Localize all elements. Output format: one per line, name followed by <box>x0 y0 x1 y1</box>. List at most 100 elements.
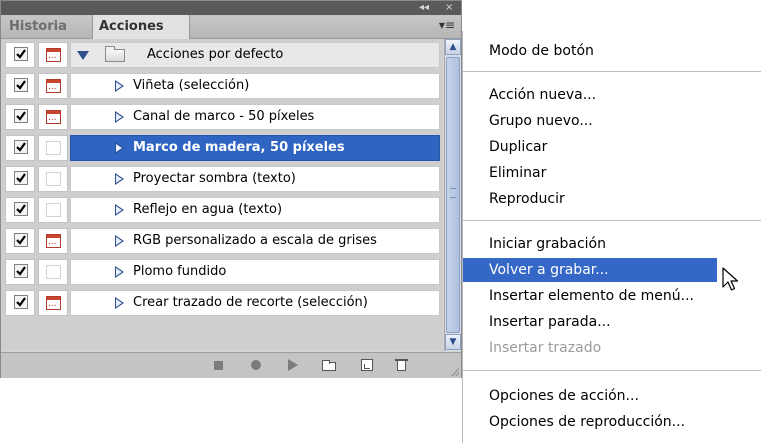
check-icon[interactable] <box>14 264 28 278</box>
action-row[interactable]: RGB personalizado a escala de grises <box>70 228 440 254</box>
menu-item-insertar-elemento[interactable]: Insertar elemento de menú... <box>463 284 761 308</box>
tab-acciones[interactable]: Acciones <box>92 15 190 39</box>
menu-item-opciones-reproduccion[interactable]: Opciones de reproducción... <box>463 410 761 434</box>
menu-item-reproducir[interactable]: Reproducir <box>463 187 761 211</box>
dialog-cell[interactable] <box>38 228 68 254</box>
toggle-cell[interactable] <box>5 197 35 223</box>
toggle-cell[interactable] <box>5 42 35 68</box>
list-item[interactable]: RGB personalizado a escala de grises <box>1 225 443 256</box>
tab-historia[interactable]: Historia <box>3 15 73 38</box>
list-item[interactable]: Marco de madera, 50 píxeles <box>1 132 443 163</box>
check-icon[interactable] <box>14 47 28 61</box>
list-item[interactable]: Proyectar sombra (texto) <box>1 163 443 194</box>
toggle-cell[interactable] <box>5 166 35 192</box>
check-icon[interactable] <box>14 140 28 154</box>
expand-arrow-icon[interactable] <box>115 297 124 309</box>
menu-item-volver-a-grabar[interactable]: Volver a grabar... <box>463 258 717 282</box>
toggle-cell[interactable] <box>5 228 35 254</box>
scroll-up-icon[interactable]: ▲ <box>445 39 461 55</box>
dialog-toggle-empty-icon[interactable] <box>46 172 61 186</box>
dialog-toggle-icon[interactable] <box>46 79 61 93</box>
expand-arrow-icon[interactable] <box>115 142 124 154</box>
list-item[interactable]: Crear trazado de recorte (selección) <box>1 287 443 318</box>
action-row-selected[interactable]: Marco de madera, 50 píxeles <box>70 135 440 161</box>
dialog-cell[interactable] <box>38 104 68 130</box>
dialog-toggle-empty-icon[interactable] <box>46 141 61 155</box>
menu-item-modo-boton[interactable]: Modo de botón <box>463 39 761 63</box>
dialog-toggle-icon[interactable] <box>46 234 61 248</box>
dialog-cell[interactable] <box>38 290 68 316</box>
menu-item-insertar-parada[interactable]: Insertar parada... <box>463 310 761 334</box>
action-row[interactable]: Crear trazado de recorte (selección) <box>70 290 440 316</box>
dialog-toggle-icon[interactable] <box>46 110 61 124</box>
close-icon[interactable]: × <box>445 1 453 15</box>
expand-arrow-icon[interactable] <box>115 235 124 247</box>
list-item[interactable]: Reflejo en agua (texto) <box>1 194 443 225</box>
grip-icon <box>450 188 456 198</box>
stop-icon[interactable] <box>211 358 227 372</box>
check-icon[interactable] <box>14 109 28 123</box>
expand-arrow-icon[interactable] <box>115 266 124 278</box>
menu-item-duplicar[interactable]: Duplicar <box>463 135 761 159</box>
folder-icon <box>105 46 125 62</box>
toggle-cell[interactable] <box>5 290 35 316</box>
dialog-cell[interactable] <box>38 259 68 285</box>
toggle-cell[interactable] <box>5 135 35 161</box>
check-icon[interactable] <box>14 295 28 309</box>
trash-icon[interactable] <box>394 358 410 372</box>
dialog-toggle-empty-icon[interactable] <box>46 265 61 279</box>
expand-arrow-icon[interactable] <box>115 173 124 185</box>
dialog-cell[interactable] <box>38 73 68 99</box>
menu-item-accion-nueva[interactable]: Acción nueva... <box>463 83 761 107</box>
vertical-scrollbar[interactable]: ▲ ▼ <box>444 39 461 351</box>
menu-item-eliminar[interactable]: Eliminar <box>463 161 761 185</box>
check-icon[interactable] <box>14 78 28 92</box>
dialog-cell[interactable] <box>38 197 68 223</box>
dialog-toggle-empty-icon[interactable] <box>46 203 61 217</box>
action-label: RGB personalizado a escala de grises <box>133 233 377 248</box>
dialog-cell[interactable] <box>38 166 68 192</box>
play-icon[interactable] <box>284 358 300 372</box>
action-set-row[interactable]: Acciones por defecto <box>70 42 440 68</box>
dialog-cell[interactable] <box>38 135 68 161</box>
menu-item-insertar-trazado: Insertar trazado <box>489 340 602 356</box>
action-row[interactable]: Proyectar sombra (texto) <box>70 166 440 192</box>
toggle-cell[interactable] <box>5 104 35 130</box>
action-row[interactable]: Viñeta (selección) <box>70 73 440 99</box>
record-icon[interactable] <box>248 358 264 372</box>
list-item[interactable]: Acciones por defecto <box>1 39 443 70</box>
list-item[interactable]: Plomo fundido <box>1 256 443 287</box>
menu-item-grupo-nuevo[interactable]: Grupo nuevo... <box>463 109 761 133</box>
new-action-icon[interactable] <box>359 358 375 372</box>
expand-arrow-icon[interactable] <box>115 204 124 216</box>
dialog-toggle-icon[interactable] <box>46 296 61 310</box>
list-item[interactable]: Canal de marco - 50 píxeles <box>1 101 443 132</box>
menu-item-opciones-accion[interactable]: Opciones de acción... <box>463 384 761 408</box>
action-row[interactable]: Canal de marco - 50 píxeles <box>70 104 440 130</box>
check-icon[interactable] <box>14 171 28 185</box>
expand-arrow-icon[interactable] <box>77 51 89 60</box>
panel-menu-icon[interactable]: ▾≡ <box>439 18 455 32</box>
expand-arrow-icon[interactable] <box>115 111 124 123</box>
menu-separator <box>463 370 761 371</box>
toggle-cell[interactable] <box>5 259 35 285</box>
toggle-cell[interactable] <box>5 73 35 99</box>
dialog-toggle-icon[interactable] <box>46 48 61 62</box>
scroll-thumb[interactable] <box>446 57 460 333</box>
expand-arrow-icon[interactable] <box>115 80 124 92</box>
menu-separator <box>463 71 761 72</box>
menu-item-iniciar-grabacion[interactable]: Iniciar grabación <box>463 232 761 256</box>
collapse-icon[interactable]: ◂◂ <box>419 1 429 15</box>
action-row[interactable]: Plomo fundido <box>70 259 440 285</box>
action-label: Marco de madera, 50 píxeles <box>133 140 345 155</box>
dialog-cell[interactable] <box>38 42 68 68</box>
panel-bottom-toolbar <box>1 352 461 378</box>
resize-grip-icon[interactable] <box>451 368 459 376</box>
new-set-icon[interactable] <box>321 358 337 372</box>
scroll-down-icon[interactable]: ▼ <box>445 334 461 350</box>
check-icon[interactable] <box>14 202 28 216</box>
list-item[interactable]: Viñeta (selección) <box>1 70 443 101</box>
action-label: Viñeta (selección) <box>133 78 250 93</box>
action-row[interactable]: Reflejo en agua (texto) <box>70 197 440 223</box>
check-icon[interactable] <box>14 233 28 247</box>
